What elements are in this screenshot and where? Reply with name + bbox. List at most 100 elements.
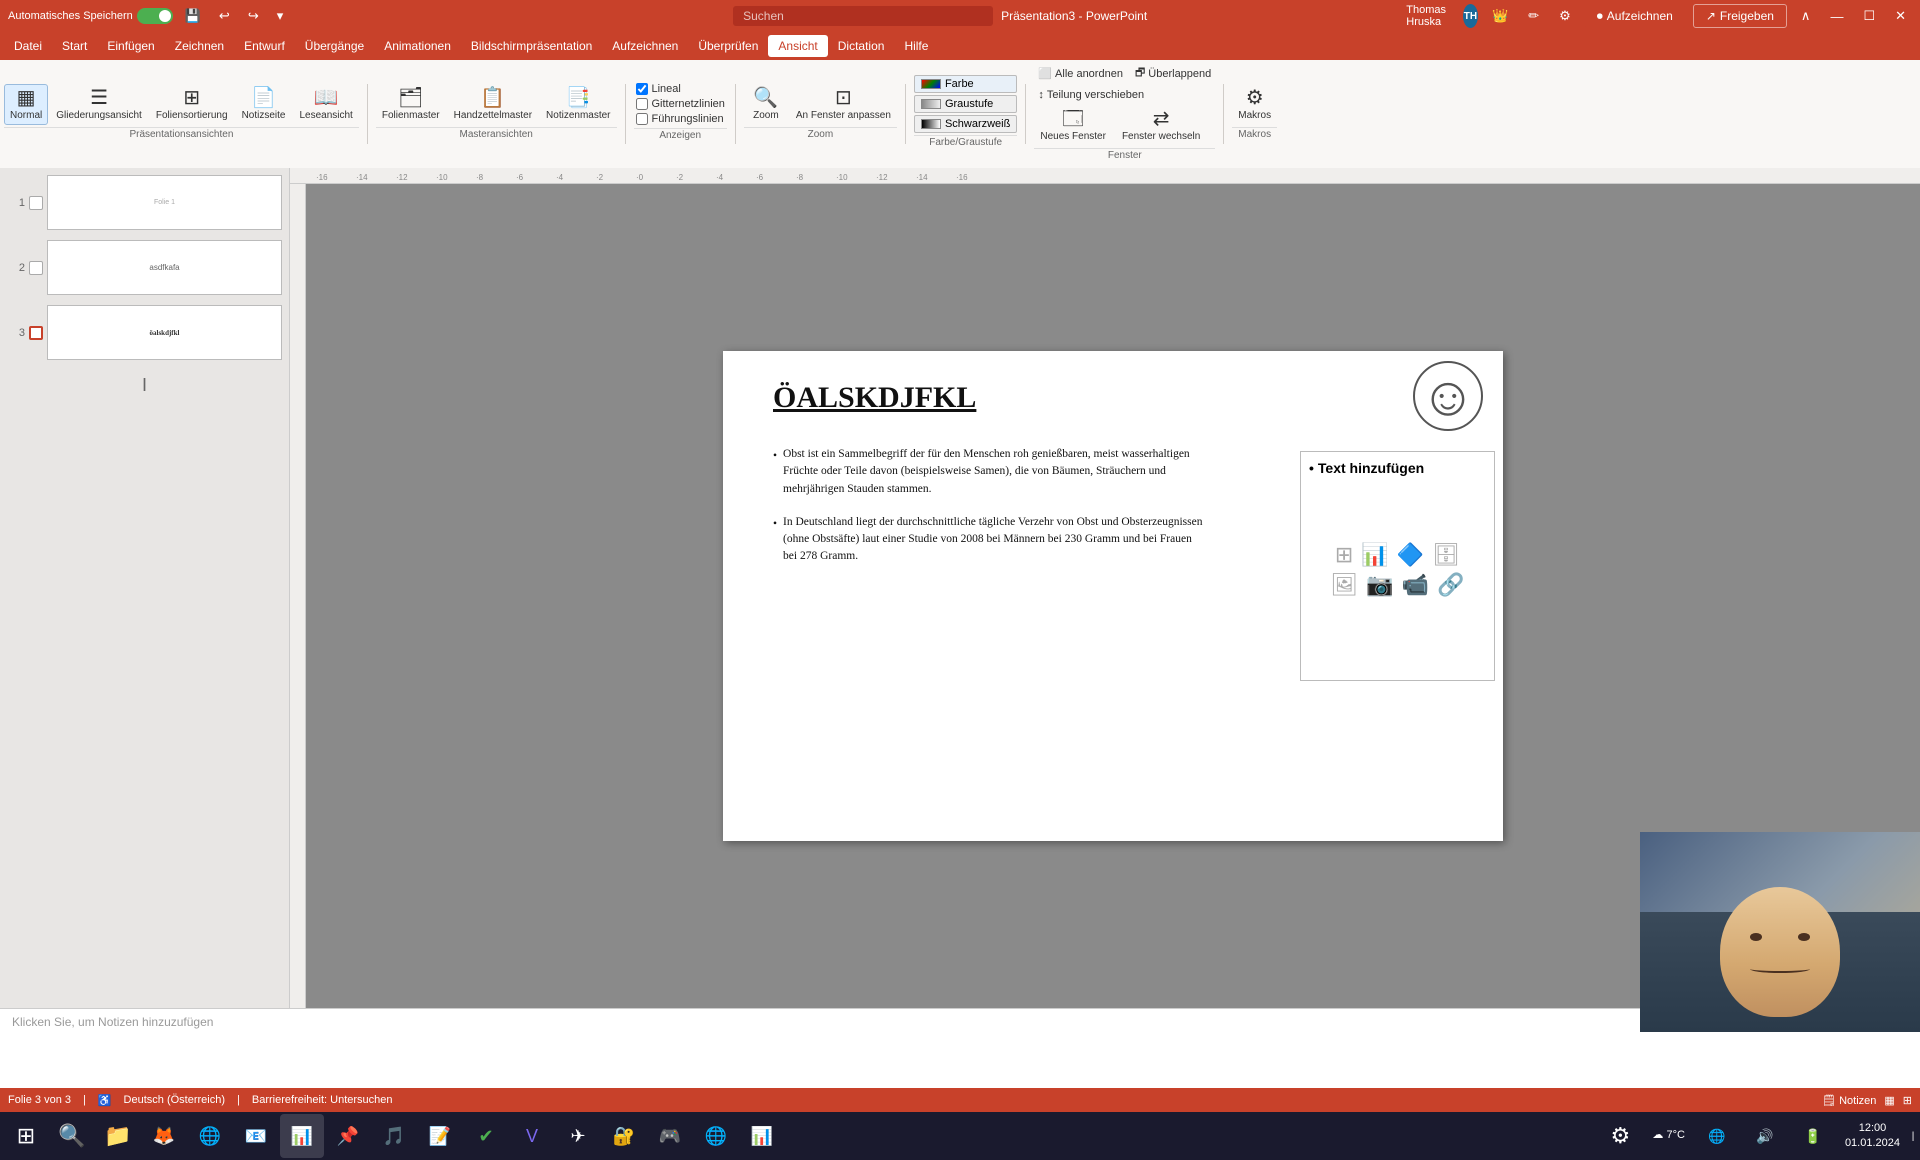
slide-thumb-1[interactable]: 1 Folie 1	[4, 172, 285, 233]
check-lineal[interactable]: Lineal	[634, 82, 727, 96]
settings-icon[interactable]: ⚙	[1553, 4, 1577, 28]
titlebar-right: Thomas Hruska TH 👑 ✏ ⚙ ⏺ Aufzeichnen ↗ F…	[1406, 4, 1912, 28]
group-label-prasentationsansichten: Präsentationsansichten	[4, 127, 359, 143]
menu-zeichnen[interactable]: Zeichnen	[165, 35, 234, 57]
normal-view-status-btn[interactable]: ▦	[1884, 1094, 1894, 1107]
slide-canvas[interactable]: ÖALSKDJFKL ☺ • Obst ist ein Sammelbegrif…	[723, 351, 1503, 841]
menu-datei[interactable]: Datei	[4, 35, 52, 57]
ribbon-teilung-btn[interactable]: ↕ Teilung verschieben	[1034, 87, 1148, 103]
group-label-makros: Makros	[1232, 127, 1277, 143]
ribbon-neues-fenster-btn[interactable]: 🗔 Neues Fenster	[1034, 105, 1112, 146]
taskbar-check[interactable]: ✔	[464, 1114, 508, 1158]
taskbar-search[interactable]: 🔍	[50, 1114, 94, 1158]
redo-button[interactable]: ↪	[242, 4, 265, 28]
video-icon: 📹	[1402, 572, 1429, 598]
menu-aufzeichnen[interactable]: Aufzeichnen	[602, 35, 688, 57]
search-input[interactable]	[733, 6, 993, 26]
group-label-anzeigen: Anzeigen	[634, 128, 727, 144]
autosave-toggle-pill[interactable]	[137, 8, 173, 24]
taskbar-onenote[interactable]: 📝	[418, 1114, 462, 1158]
taskbar-outlook[interactable]: 📧	[234, 1114, 278, 1158]
save-button[interactable]: 💾	[179, 4, 207, 28]
status-separator-2: |	[237, 1094, 240, 1106]
ribbon-zoom-btn[interactable]: 🔍 Zoom	[744, 84, 788, 125]
share-button[interactable]: ↗ Freigeben	[1693, 4, 1787, 28]
maximize-button[interactable]: ☐	[1857, 4, 1881, 28]
ribbon-leseansicht-btn[interactable]: 📖 Leseansicht	[293, 84, 358, 125]
ribbon-gliederung-btn[interactable]: ☰ Gliederungsansicht	[50, 84, 148, 125]
taskbar-excel[interactable]: 📊	[740, 1114, 784, 1158]
autosave-toggle[interactable]: Automatisches Speichern	[8, 8, 173, 24]
collapse-ribbon-button[interactable]: ∧	[1795, 4, 1817, 28]
taskbar-firefox[interactable]: 🦊	[142, 1114, 186, 1158]
taskbar-settings[interactable]: ⚙	[1598, 1114, 1642, 1158]
ribbon-handzettelmaster-btn[interactable]: 📋 Handzettelmaster	[448, 84, 538, 125]
pen-icon[interactable]: ✏	[1522, 4, 1545, 28]
statusbar-right: 🗒 Notizen ▦ ⊞	[1822, 1094, 1912, 1107]
taskbar-game[interactable]: 🎮	[648, 1114, 692, 1158]
svg-text:·6: ·6	[756, 173, 764, 182]
ribbon-overlapping-btn[interactable]: 🗗 Überlappend	[1131, 62, 1215, 85]
cascade-icon: 🗗	[1135, 64, 1145, 83]
undo-button[interactable]: ↩	[213, 4, 236, 28]
taskbar-windows-start[interactable]: ⊞	[4, 1114, 48, 1158]
check-fuehrungslinien[interactable]: Führungslinien	[634, 112, 727, 126]
taskbar-chrome[interactable]: 🌐	[188, 1114, 232, 1158]
ribbon-makros-btn[interactable]: ⚙ Makros	[1232, 84, 1277, 125]
ribbon-normal-btn[interactable]: ▦ Normal	[4, 84, 48, 125]
slide-body[interactable]: • Obst ist ein Sammelbegriff der für den…	[773, 446, 1203, 582]
taskbar-pin[interactable]: 📌	[326, 1114, 370, 1158]
menu-ansicht[interactable]: Ansicht	[768, 35, 827, 57]
menu-dictation[interactable]: Dictation	[828, 35, 895, 57]
menu-ueberpruefen[interactable]: Überprüfen	[688, 35, 768, 57]
slide-img-2: asdfkafa	[47, 240, 282, 295]
slide-sort-status-btn[interactable]: ⊞	[1903, 1094, 1912, 1107]
separator-5	[1025, 84, 1026, 144]
taskbar-music[interactable]: 🎵	[372, 1114, 416, 1158]
slide-thumb-2[interactable]: 2 asdfkafa	[4, 237, 285, 298]
taskbar-file-explorer[interactable]: 📁	[96, 1114, 140, 1158]
slide-thumb-3[interactable]: 3 öalskdjfkl	[4, 302, 285, 363]
taskbar-battery[interactable]: 🔋	[1791, 1114, 1835, 1158]
color-farbe-btn[interactable]: Farbe	[914, 75, 1017, 93]
taskbar-browser2[interactable]: 🌐	[694, 1114, 738, 1158]
menu-entwurf[interactable]: Entwurf	[234, 35, 295, 57]
taskbar-volume[interactable]: 🔊	[1743, 1114, 1787, 1158]
menu-einfuegen[interactable]: Einfügen	[97, 35, 164, 57]
check-gitternetze[interactable]: Gitternetzlinien	[634, 97, 727, 111]
close-button[interactable]: ✕	[1889, 4, 1912, 28]
taskbar-v[interactable]: V	[510, 1114, 554, 1158]
ribbon-fit-window-btn[interactable]: ⊡ An Fenster anpassen	[790, 84, 897, 125]
ribbon-alle-anordnen-btn[interactable]: ⬜ Alle anordnen	[1034, 62, 1127, 85]
slide-title[interactable]: ÖALSKDJFKL	[773, 381, 976, 415]
ribbon-notizseite-btn[interactable]: 📄 Notizseite	[236, 84, 292, 125]
ribbon-fenster-wechseln-btn[interactable]: ⇄ Fenster wechseln	[1116, 105, 1206, 146]
menu-start[interactable]: Start	[52, 35, 97, 57]
menu-animationen[interactable]: Animationen	[374, 35, 461, 57]
menu-bildschirm[interactable]: Bildschirmpräsentation	[461, 35, 602, 57]
group-label-farbe: Farbe/Graustufe	[914, 135, 1017, 151]
taskbar-telegram[interactable]: ✈	[556, 1114, 600, 1158]
color-graustufe-btn[interactable]: Graustufe	[914, 95, 1017, 113]
menu-uebergaenge[interactable]: Übergänge	[295, 35, 374, 57]
taskbar-keepass[interactable]: 🔐	[602, 1114, 646, 1158]
taskbar-powerpoint[interactable]: 📊	[280, 1114, 324, 1158]
taskbar-network[interactable]: 🌐	[1695, 1114, 1739, 1158]
minimize-button[interactable]: —	[1824, 5, 1849, 28]
menu-hilfe[interactable]: Hilfe	[894, 35, 938, 57]
record-button[interactable]: ⏺ Aufzeichnen	[1585, 5, 1685, 28]
svg-text:·10: ·10	[436, 173, 448, 182]
crown-icon[interactable]: 👑	[1486, 4, 1514, 28]
ribbon-notizenmaster-btn[interactable]: 📑 Notizenmaster	[540, 84, 616, 125]
slide-text-box-right[interactable]: • Text hinzufügen ⊞ 📊 🔷 🗄 🖼	[1300, 451, 1495, 681]
svg-text:·0: ·0	[636, 173, 644, 182]
more-button[interactable]: ▾	[271, 4, 290, 28]
taskbar-clock[interactable]: 12:00 01.01.2024	[1839, 1119, 1906, 1154]
taskbar-show-desktop[interactable]: |	[1910, 1114, 1916, 1158]
notes-area[interactable]: Klicken Sie, um Notizen hinzuzufügen	[0, 1008, 1920, 1088]
record-icon: ⏺	[1597, 9, 1603, 24]
ribbon-folienmaster-btn[interactable]: 🗂 Folienmaster	[376, 84, 446, 125]
color-schwarzweiss-btn[interactable]: Schwarzweiß	[914, 115, 1017, 133]
ribbon-foliensortierung-btn[interactable]: ⊞ Foliensortierung	[150, 84, 234, 125]
notes-status-btn[interactable]: 🗒 Notizen	[1822, 1094, 1876, 1107]
